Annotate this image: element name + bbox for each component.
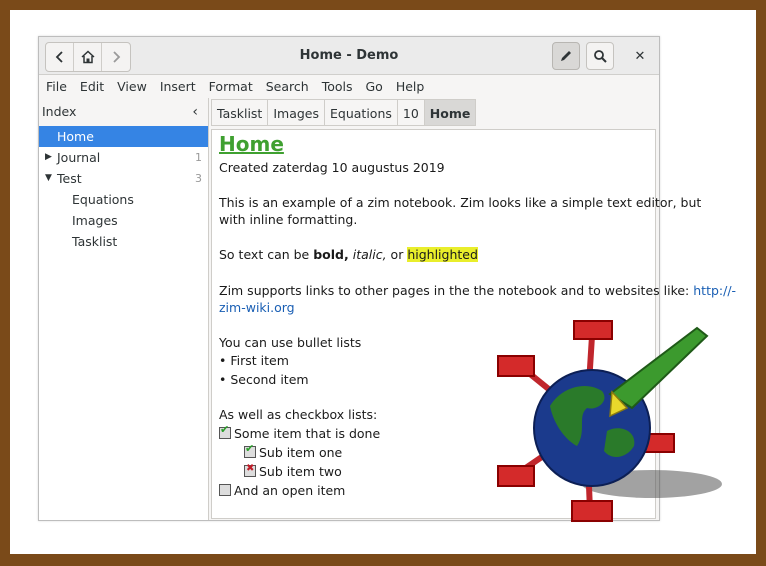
bold-text: bold, [313, 247, 349, 262]
checkbox-label: And an open item [234, 483, 346, 498]
checkbox-item: Sub item two [244, 463, 342, 479]
intro-line-2: with inline formatting. [219, 212, 358, 227]
page-count: 3 [195, 172, 202, 185]
zim-wiki-link[interactable]: http://- [693, 283, 736, 298]
close-icon: ✕ [634, 48, 646, 64]
page-heading: Home [219, 132, 284, 156]
menubar: File Edit View Insert Format Search Tool… [39, 75, 659, 97]
tree-item-images[interactable]: Images [39, 210, 208, 231]
tree-item-label: Journal [57, 150, 101, 165]
checkbox-intro: As well as checkbox lists: [219, 407, 378, 422]
crumb-10[interactable]: 10 [396, 99, 425, 126]
links-text: Zim supports links to other pages in the… [219, 283, 694, 298]
search-button[interactable] [586, 42, 614, 70]
checkbox-label: Sub item two [259, 464, 342, 479]
menu-go[interactable]: Go [365, 79, 382, 94]
menu-edit[interactable]: Edit [80, 79, 104, 94]
tree-item-equations[interactable]: Equations [39, 189, 208, 210]
zim-wiki-link-continued[interactable]: zim-wiki.org [219, 300, 295, 315]
checkbox-item: Some item that is done [219, 423, 381, 441]
forward-button[interactable] [102, 43, 130, 71]
header-bar: Home - Demo ✕ [39, 37, 659, 75]
formatting-line: So text can be bold, italic, or highligh… [219, 247, 478, 262]
checkbox-checked-icon[interactable] [219, 423, 231, 439]
tree-item-test[interactable]: ▼ Test 3 [39, 168, 208, 189]
checkbox-item: And an open item [219, 483, 345, 498]
checkbox-label: Sub item one [259, 445, 343, 460]
menu-file[interactable]: File [46, 79, 67, 94]
pathbar: Tasklist Images Equations 10 Home [211, 99, 477, 126]
collapse-sidebar-icon[interactable]: ‹ [192, 98, 198, 126]
expander-expanded-icon[interactable]: ▼ [45, 168, 52, 189]
checkbox-item: Sub item one [244, 442, 343, 460]
zim-logo-icon [497, 320, 722, 522]
checkbox-crossed-icon[interactable] [244, 463, 256, 477]
page-count: 1 [195, 151, 202, 164]
expander-collapsed-icon[interactable]: ▶ [45, 147, 52, 168]
index-header: Index ‹ [39, 98, 208, 126]
checkbox-label: Some item that is done [234, 426, 381, 441]
created-date: Created zaterdag 10 augustus 2019 [219, 160, 445, 175]
search-icon [594, 50, 607, 63]
menu-search[interactable]: Search [266, 79, 309, 94]
home-button[interactable] [74, 43, 102, 71]
edit-toggle-button[interactable] [552, 42, 580, 70]
checkbox-checked-icon[interactable] [244, 442, 256, 458]
tree-item-journal[interactable]: ▶ Journal 1 [39, 147, 208, 168]
index-sidebar: Index ‹ Home ▶ Journal 1 ▼ Test 3 Equati… [39, 98, 209, 520]
menu-format[interactable]: Format [209, 79, 253, 94]
intro-line-1: This is an example of a zim notebook. Zi… [219, 195, 702, 210]
tree-item-label: Equations [72, 192, 134, 207]
menu-view[interactable]: View [117, 79, 147, 94]
checkbox-open-icon[interactable] [219, 484, 231, 496]
crumb-equations[interactable]: Equations [324, 99, 398, 126]
index-title: Index [42, 104, 77, 119]
menu-tools[interactable]: Tools [322, 79, 353, 94]
tree-item-label: Tasklist [72, 234, 118, 249]
highlighted-text: highlighted [407, 247, 478, 262]
tree-item-label: Test [57, 171, 82, 186]
back-button[interactable] [46, 43, 74, 71]
crumb-home[interactable]: Home [423, 99, 477, 126]
crumb-images[interactable]: Images [267, 99, 326, 126]
close-button[interactable]: ✕ [626, 42, 654, 70]
tree-item-label: Home [57, 129, 94, 144]
links-line-1: Zim supports links to other pages in the… [219, 283, 736, 298]
home-icon [80, 50, 95, 64]
chevron-left-icon [55, 51, 63, 63]
tree-item-home[interactable]: Home [39, 126, 208, 147]
nav-button-group [45, 42, 131, 72]
bullet-item: • First item [219, 353, 289, 368]
crumb-tasklist[interactable]: Tasklist [211, 99, 269, 126]
menu-insert[interactable]: Insert [160, 79, 196, 94]
tree-item-label: Images [72, 213, 118, 228]
pencil-icon [561, 51, 571, 61]
menu-help[interactable]: Help [396, 79, 425, 94]
chevron-right-icon [113, 51, 121, 63]
fmt-prefix: So text can be [219, 247, 314, 262]
tree-item-tasklist[interactable]: Tasklist [39, 231, 208, 252]
bullets-intro: You can use bullet lists [219, 335, 362, 350]
italic-text: italic, [352, 247, 387, 262]
fmt-or: or [386, 247, 408, 262]
bullet-item: • Second item [219, 372, 309, 387]
